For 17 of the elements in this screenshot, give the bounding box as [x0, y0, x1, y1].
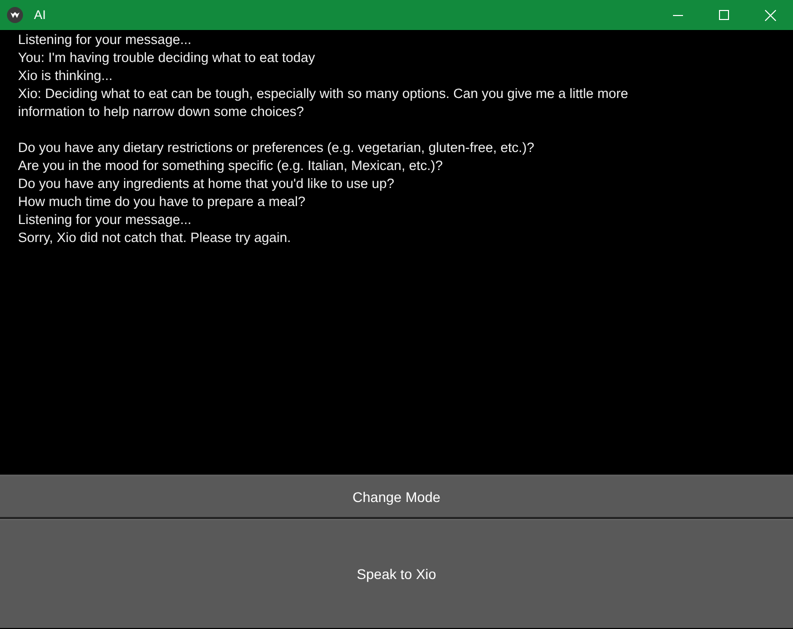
maximize-icon [719, 10, 729, 20]
log-line: How much time do you have to prepare a meal? [18, 193, 306, 211]
log-line: information to help narrow down some choices? [18, 103, 304, 121]
log-line: Do you have any ingredients at home that you'd like to use up? [18, 175, 394, 193]
speak-button[interactable]: Speak to Xio [0, 519, 793, 628]
log-line: Xio: Deciding what to eat can be tough, especially with so many options. Can you give me a little more [18, 85, 628, 103]
log-line: Listening for your message... [18, 211, 192, 229]
log-line: Are you in the mood for something specific (e.g. Italian, Mexican, etc.)? [18, 157, 443, 175]
log-line: Listening for your message... [18, 31, 192, 49]
log-line: Sorry, Xio did not catch that. Please try again. [18, 229, 291, 247]
window-title: AI [34, 8, 46, 22]
log-line: Xio is thinking... [18, 67, 113, 85]
log-line: You: I'm having trouble deciding what to eat today [18, 49, 316, 67]
log-line: Do you have any dietary restrictions or preferences (e.g. vegetarian, gluten-free, etc.)? [18, 139, 534, 157]
mode-button[interactable]: Change Mode [0, 475, 793, 517]
app-icon [7, 7, 23, 23]
close-icon [764, 10, 776, 20]
